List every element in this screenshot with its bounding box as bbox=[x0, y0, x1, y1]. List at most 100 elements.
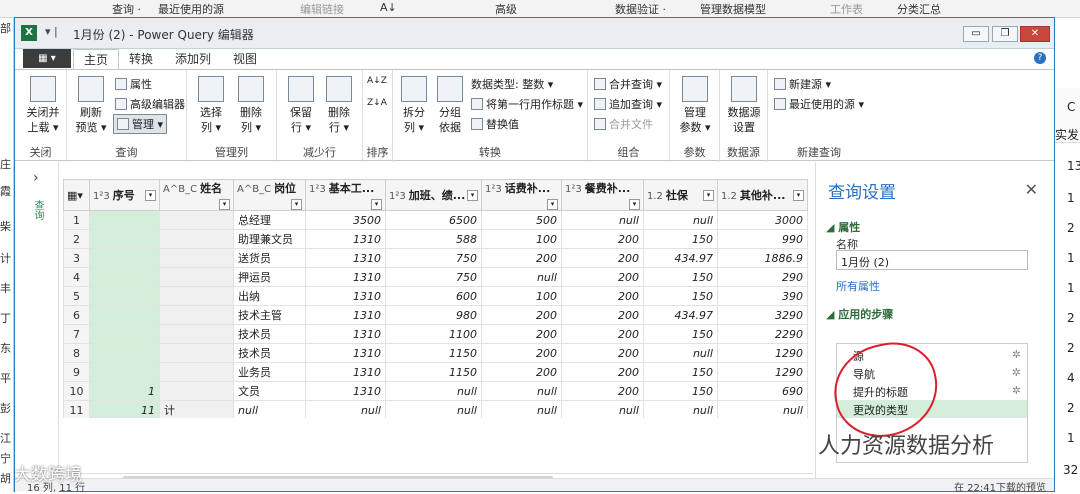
table-cell-post[interactable]: null bbox=[233, 400, 306, 418]
table-cell-phone[interactable]: 200 bbox=[481, 305, 562, 325]
table-cell-phone[interactable]: null bbox=[481, 400, 562, 418]
table-cell-seq[interactable] bbox=[89, 362, 160, 382]
table-cell-meal[interactable]: 200 bbox=[561, 305, 644, 325]
filter-dropdown-icon[interactable]: ▾ bbox=[291, 199, 302, 210]
recent-sources-button[interactable]: 最近使用的源 ▾ bbox=[774, 96, 864, 112]
data-source-settings-button[interactable]: 数据源 设置 bbox=[724, 76, 764, 135]
close-button[interactable]: ✕ bbox=[1020, 26, 1050, 42]
filter-dropdown-icon[interactable]: ▾ bbox=[467, 190, 478, 201]
new-source-button[interactable]: 新建源 ▾ bbox=[774, 76, 831, 92]
table-cell-bonus[interactable]: 588 bbox=[385, 229, 482, 249]
refresh-preview-button[interactable]: 刷新 预览 ▾ bbox=[73, 76, 109, 135]
table-row[interactable]: 8 技术员 1310 1150 200 200 null 1290 bbox=[63, 343, 808, 363]
row-number[interactable]: 8 bbox=[63, 343, 90, 363]
table-cell-post[interactable]: 技术员 bbox=[233, 343, 306, 363]
table-row[interactable]: 6 技术主管 1310 980 200 200 434.97 3290 bbox=[63, 305, 808, 325]
table-cell-base[interactable]: 1310 bbox=[305, 286, 386, 306]
table-cell-ss[interactable]: 150 bbox=[643, 286, 718, 306]
help-icon[interactable]: ? bbox=[1034, 52, 1046, 64]
table-row[interactable]: 9 业务员 1310 1150 200 200 150 1290 bbox=[63, 362, 808, 382]
table-cell-base[interactable]: 1310 bbox=[305, 343, 386, 363]
remove-rows-button[interactable]: 删除 行 ▾ bbox=[321, 76, 357, 135]
table-cell-ss[interactable]: 150 bbox=[643, 362, 718, 382]
filter-dropdown-icon[interactable]: ▾ bbox=[793, 190, 804, 201]
table-cell-name[interactable] bbox=[159, 248, 234, 268]
merge-queries-button[interactable]: 合并查询 ▾ bbox=[594, 76, 662, 92]
append-queries-button[interactable]: 追加查询 ▾ bbox=[594, 96, 662, 112]
table-cell-base[interactable]: 1310 bbox=[305, 381, 386, 401]
table-cell-phone[interactable]: 200 bbox=[481, 343, 562, 363]
table-cell-bonus[interactable]: 1150 bbox=[385, 362, 482, 382]
table-cell-post[interactable]: 业务员 bbox=[233, 362, 306, 382]
combine-files-button[interactable]: 合并文件 bbox=[594, 116, 653, 132]
table-cell-other[interactable]: null bbox=[717, 400, 808, 418]
table-cell-phone[interactable]: 200 bbox=[481, 362, 562, 382]
table-row[interactable]: 3 送货员 1310 750 200 200 434.97 1886.9 bbox=[63, 248, 808, 268]
row-number[interactable]: 1 bbox=[63, 210, 90, 230]
table-cell-name[interactable] bbox=[159, 229, 234, 249]
properties-button[interactable]: 属性 bbox=[115, 76, 152, 92]
queries-pane-label[interactable]: 查询 bbox=[32, 200, 43, 220]
column-header[interactable]: 1.2 其他补... ▾ bbox=[717, 179, 808, 211]
filter-dropdown-icon[interactable]: ▾ bbox=[629, 199, 640, 210]
column-header[interactable]: 1²3 基本工... ▾ bbox=[305, 179, 386, 211]
properties-section-header[interactable]: ◢ 属性 bbox=[826, 219, 860, 235]
table-cell-ss[interactable]: 150 bbox=[643, 381, 718, 401]
table-cell-name[interactable] bbox=[159, 286, 234, 306]
row-number[interactable]: 4 bbox=[63, 267, 90, 287]
file-menu-button[interactable]: ▦ ▾ bbox=[23, 49, 71, 68]
manage-button[interactable]: 管理 ▾ bbox=[113, 114, 168, 134]
column-header[interactable]: 1²3 加班、绩... ▾ bbox=[385, 179, 482, 211]
table-cell-bonus[interactable]: 750 bbox=[385, 248, 482, 268]
table-cell-base[interactable]: 3500 bbox=[305, 210, 386, 230]
table-cell-meal[interactable]: 200 bbox=[561, 381, 644, 401]
table-cell-other[interactable]: 990 bbox=[717, 229, 808, 249]
restore-button[interactable]: ❐ bbox=[992, 26, 1018, 42]
table-cell-name[interactable] bbox=[159, 210, 234, 230]
gear-icon[interactable]: ✲ bbox=[1012, 348, 1021, 361]
table-cell-other[interactable]: 2290 bbox=[717, 324, 808, 344]
tab-home[interactable]: 主页 bbox=[73, 49, 120, 69]
filter-dropdown-icon[interactable]: ▾ bbox=[703, 190, 714, 201]
table-cell-post[interactable]: 文员 bbox=[233, 381, 306, 401]
tab-add-column[interactable]: 添加列 bbox=[165, 49, 221, 69]
close-and-load-button[interactable]: 关闭并 上载 ▾ bbox=[23, 76, 63, 135]
sort-ascending-button[interactable]: A↓Z bbox=[367, 76, 387, 86]
type-icon[interactable]: A^B_C bbox=[163, 184, 197, 195]
type-icon[interactable]: 1²3 bbox=[93, 191, 110, 202]
table-cell-name[interactable] bbox=[159, 362, 234, 382]
table-cell-name[interactable] bbox=[159, 381, 234, 401]
table-cell-post[interactable]: 送货员 bbox=[233, 248, 306, 268]
table-cell-bonus[interactable]: null bbox=[385, 400, 482, 418]
table-cell-seq[interactable] bbox=[89, 305, 160, 325]
table-cell-seq[interactable] bbox=[89, 267, 160, 287]
table-cell-other[interactable]: 690 bbox=[717, 381, 808, 401]
all-properties-link[interactable]: 所有属性 bbox=[836, 278, 880, 294]
table-cell-meal[interactable]: null bbox=[561, 400, 644, 418]
table-cell-bonus[interactable]: null bbox=[385, 381, 482, 401]
type-icon[interactable]: 1.2 bbox=[647, 191, 663, 202]
table-cell-meal[interactable]: 200 bbox=[561, 362, 644, 382]
type-icon[interactable]: A^B_C bbox=[237, 184, 271, 195]
table-cell-ss[interactable]: null bbox=[643, 343, 718, 363]
table-cell-seq[interactable] bbox=[89, 229, 160, 249]
table-cell-base[interactable]: 1310 bbox=[305, 362, 386, 382]
tab-view[interactable]: 视图 bbox=[223, 49, 267, 69]
row-number[interactable]: 2 bbox=[63, 229, 90, 249]
column-header[interactable]: 1²3 话费补... ▾ bbox=[481, 179, 562, 211]
table-cell-post[interactable]: 技术主管 bbox=[233, 305, 306, 325]
table-cell-seq[interactable] bbox=[89, 286, 160, 306]
table-cell-meal[interactable]: 200 bbox=[561, 286, 644, 306]
group-by-button[interactable]: 分组 依据 bbox=[433, 76, 467, 135]
table-cell-bonus[interactable]: 750 bbox=[385, 267, 482, 287]
table-row[interactable]: 1 总经理 3500 6500 500 null null 3000 bbox=[63, 210, 808, 230]
table-cell-bonus[interactable]: 980 bbox=[385, 305, 482, 325]
table-cell-phone[interactable]: null bbox=[481, 267, 562, 287]
table-cell-other[interactable]: 390 bbox=[717, 286, 808, 306]
table-cell-meal[interactable]: null bbox=[561, 210, 644, 230]
table-cell-phone[interactable]: 500 bbox=[481, 210, 562, 230]
filter-dropdown-icon[interactable]: ▾ bbox=[547, 199, 558, 210]
table-cell-ss[interactable]: 434.97 bbox=[643, 305, 718, 325]
table-cell-ss[interactable]: null bbox=[643, 400, 718, 418]
row-number[interactable]: 3 bbox=[63, 248, 90, 268]
